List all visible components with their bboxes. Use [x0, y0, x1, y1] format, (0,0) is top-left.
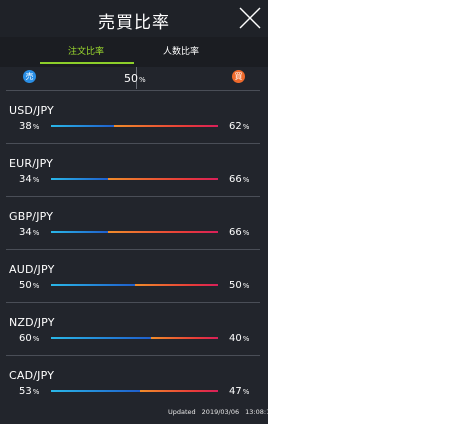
list-item[interactable]: AUD/JPY 50% 50%: [0, 250, 268, 303]
sell-bar: [51, 284, 135, 286]
buy-percent: 40%: [229, 333, 250, 344]
sell-bar: [51, 125, 115, 127]
ratio-bar: [51, 337, 218, 339]
center-value: 50: [124, 72, 138, 85]
currency-pair: AUD/JPY: [9, 263, 55, 276]
close-icon[interactable]: [237, 5, 263, 31]
buy-percent: 62%: [229, 121, 250, 132]
tab-order-ratio[interactable]: 注文比率: [36, 44, 136, 57]
buy-bar: [151, 337, 218, 339]
active-tab-indicator: [40, 62, 134, 64]
currency-pair: NZD/JPY: [9, 316, 55, 329]
currency-pair: EUR/JPY: [9, 157, 54, 170]
center-percent: 50%: [124, 72, 146, 85]
list-item[interactable]: GBP/JPY 34% 66%: [0, 197, 268, 250]
buy-bar: [134, 284, 218, 286]
page-title: 売買比率: [98, 13, 170, 33]
currency-pair: GBP/JPY: [9, 210, 54, 223]
sell-bar: [51, 337, 152, 339]
buy-bar: [139, 390, 218, 392]
title-bar: 売買比率: [0, 0, 268, 37]
ratio-bar: [51, 231, 218, 233]
buy-bar: [114, 125, 218, 127]
sell-bar: [51, 390, 140, 392]
updated-timestamp: Updated2019/03/0613:08:17: [168, 408, 268, 416]
ratio-panel: 売買比率 注文比率 人数比率 売 50% 買 USD/JPY 38% 62% E…: [0, 0, 268, 424]
buy-bar: [107, 231, 218, 233]
tab-people-ratio[interactable]: 人数比率: [131, 44, 231, 57]
list-item[interactable]: NZD/JPY 60% 40%: [0, 303, 268, 356]
sell-bar: [51, 178, 108, 180]
currency-pair: USD/JPY: [9, 104, 54, 117]
buy-bar: [107, 178, 218, 180]
buy-percent: 50%: [229, 280, 250, 291]
sell-percent: 38%: [19, 121, 40, 132]
sell-percent: 50%: [19, 280, 40, 291]
currency-pair: CAD/JPY: [9, 369, 55, 382]
list-item[interactable]: USD/JPY 38% 62%: [0, 91, 268, 144]
percent-unit: %: [139, 76, 146, 84]
ratio-bar: [51, 390, 218, 392]
buy-percent: 66%: [229, 174, 250, 185]
ratio-bar: [51, 284, 218, 286]
sell-percent: 60%: [19, 333, 40, 344]
buy-percent: 66%: [229, 227, 250, 238]
ratio-bar: [51, 125, 218, 127]
sell-percent: 53%: [19, 386, 40, 397]
buy-percent: 47%: [229, 386, 250, 397]
list-item[interactable]: CAD/JPY 53% 47%: [0, 356, 268, 409]
sell-percent: 34%: [19, 227, 40, 238]
tab-bar: 注文比率 人数比率: [0, 37, 268, 67]
sell-badge: 売: [23, 70, 36, 83]
sell-bar: [51, 231, 108, 233]
sell-percent: 34%: [19, 174, 40, 185]
ratio-bar: [51, 178, 218, 180]
buy-badge: 買: [232, 70, 245, 83]
list-item[interactable]: EUR/JPY 34% 66%: [0, 144, 268, 197]
